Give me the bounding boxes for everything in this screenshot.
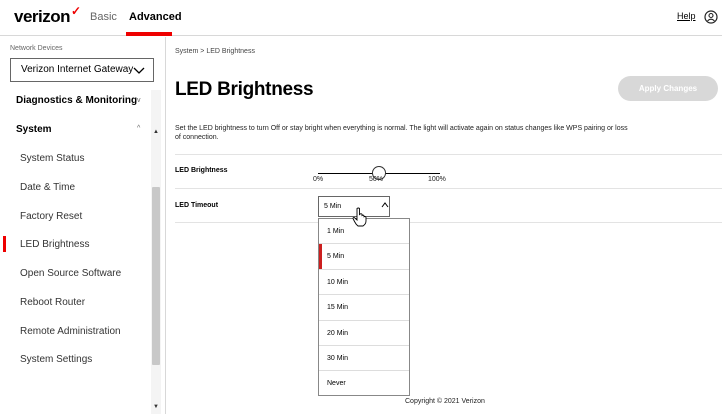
sidebar-item-led-brightness[interactable]: LED Brightness: [20, 239, 89, 250]
divider: [175, 222, 722, 223]
verizon-logo[interactable]: verizon✓: [14, 4, 81, 27]
tab-advanced[interactable]: Advanced: [129, 11, 182, 23]
sidebar-item-factory-reset[interactable]: Factory Reset: [20, 211, 82, 222]
sidebar-scrollbar-thumb[interactable]: [152, 187, 160, 365]
page-description: Set the LED brightness to turn Off or st…: [175, 125, 628, 141]
apply-changes-button[interactable]: Apply Changes: [618, 76, 718, 101]
scroll-down-arrow-icon[interactable]: ▼: [153, 404, 159, 410]
tab-basic[interactable]: Basic: [90, 11, 117, 23]
chevron-up-icon[interactable]: ^: [137, 125, 140, 132]
led-timeout-value: 5 Min: [324, 203, 342, 210]
network-devices-label: Network Devices: [10, 45, 63, 52]
led-timeout-dropdown: 1 Min 5 Min 10 Min 15 Min 20 Min 30 Min …: [318, 218, 410, 396]
divider: [175, 188, 722, 189]
sidebar-section-system[interactable]: System: [16, 124, 52, 135]
dropdown-option[interactable]: 30 Min: [319, 346, 409, 372]
dropdown-option[interactable]: Never: [319, 371, 409, 396]
sidebar: Network Devices Verizon Internet Gateway…: [0, 37, 166, 414]
hand-cursor-icon: [352, 207, 367, 227]
sidebar-item-reboot-router[interactable]: Reboot Router: [20, 297, 85, 308]
led-timeout-label: LED Timeout: [175, 202, 219, 209]
sidebar-item-remote-administration[interactable]: Remote Administration: [20, 326, 121, 337]
sidebar-section-diagnostics[interactable]: Diagnostics & Monitoring: [16, 95, 137, 106]
sidebar-item-date-time[interactable]: Date & Time: [20, 182, 75, 193]
top-bar: verizon✓ Basic Advanced Help: [0, 0, 722, 36]
slider-tick-0: 0%: [313, 176, 324, 183]
divider: [175, 154, 722, 155]
dropdown-option[interactable]: 10 Min: [319, 270, 409, 296]
checkmark-icon: ✓: [71, 4, 81, 18]
chevron-up-icon: [381, 202, 389, 208]
help-link[interactable]: Help: [677, 11, 696, 21]
gateway-select-value: Verizon Internet Gateway: [21, 64, 134, 75]
sidebar-item-system-settings[interactable]: System Settings: [20, 354, 92, 365]
dropdown-option[interactable]: 15 Min: [319, 295, 409, 321]
chevron-down-icon: [133, 67, 145, 74]
user-icon[interactable]: [704, 10, 718, 24]
gateway-select[interactable]: Verizon Internet Gateway: [10, 58, 154, 82]
sidebar-item-open-source-software[interactable]: Open Source Software: [20, 268, 121, 279]
slider-tick-100: 100%: [428, 176, 446, 183]
chevron-down-icon[interactable]: v: [137, 97, 141, 104]
page-title: LED Brightness: [175, 79, 314, 100]
breadcrumb: System > LED Brightness: [175, 48, 255, 55]
active-item-indicator: [3, 236, 6, 252]
copyright-text: Copyright © 2021 Verizon: [405, 398, 485, 405]
dropdown-option[interactable]: 20 Min: [319, 321, 409, 346]
sidebar-item-system-status[interactable]: System Status: [20, 153, 84, 164]
active-tab-indicator: [126, 32, 172, 36]
led-brightness-label: LED Brightness: [175, 167, 228, 174]
dropdown-option-selected[interactable]: 5 Min: [319, 244, 409, 270]
scroll-up-arrow-icon[interactable]: ▲: [153, 129, 159, 135]
slider-tick-50: 50%: [369, 176, 384, 183]
